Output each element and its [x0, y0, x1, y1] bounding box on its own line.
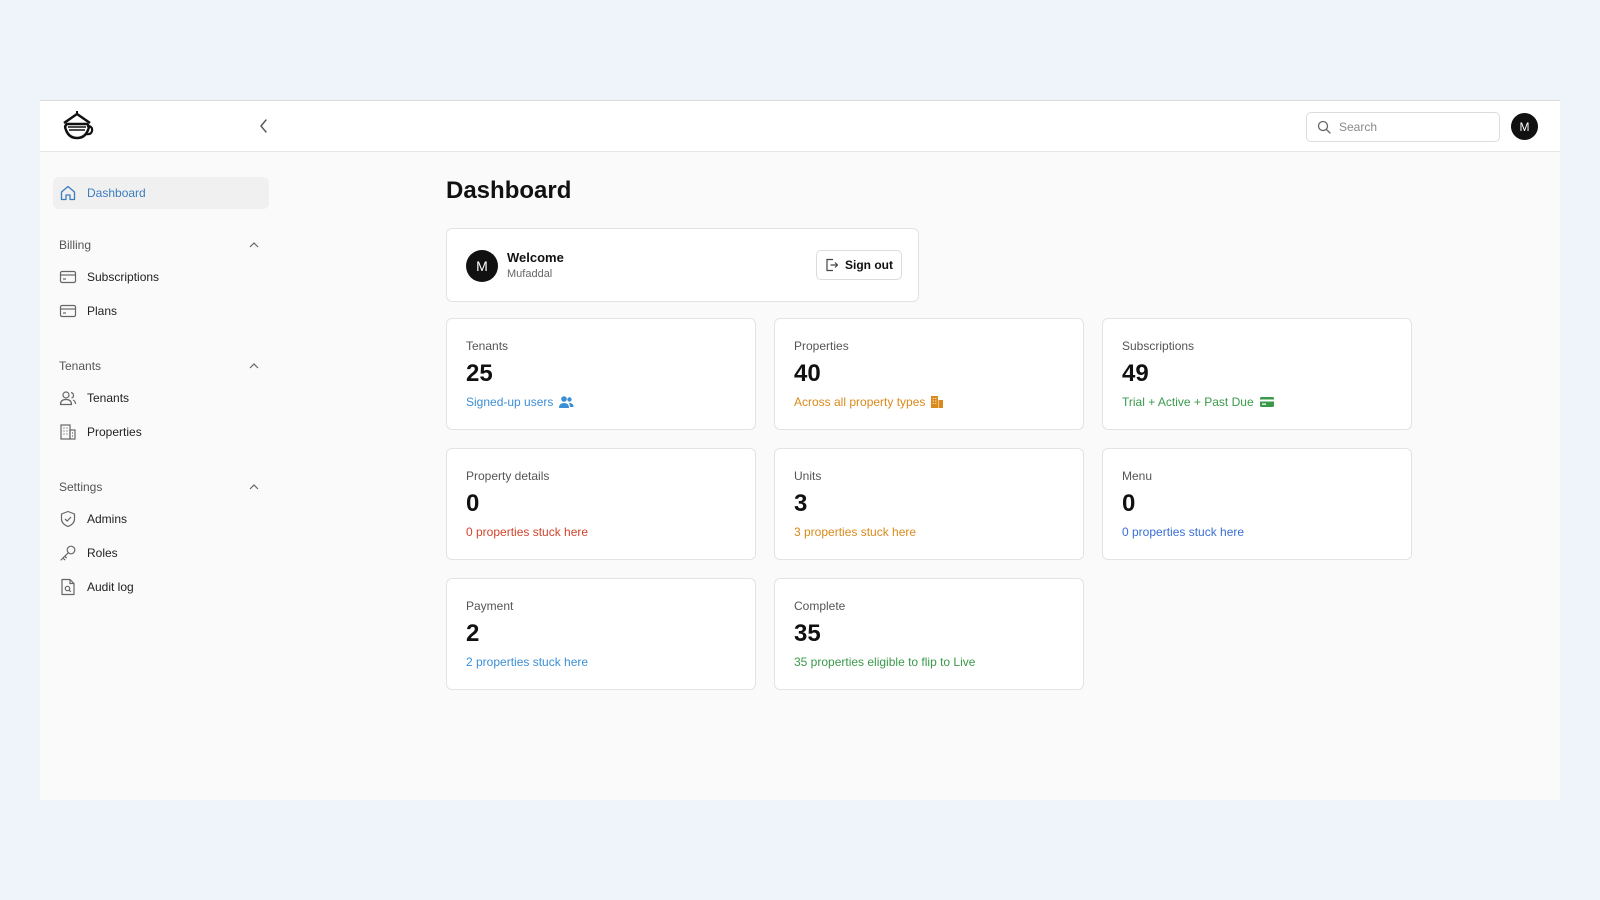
users-icon	[59, 389, 77, 407]
stat-subtitle: 0 properties stuck here	[1122, 525, 1244, 539]
app-window: M Dashboard Billing Subscriptions	[40, 100, 1560, 800]
stat-subtitle-text: Across all property types	[794, 395, 926, 409]
stat-value: 49	[1122, 360, 1149, 387]
sidebar-item-subscriptions[interactable]: Subscriptions	[59, 266, 259, 288]
credit-card-icon	[59, 268, 77, 286]
file-search-icon	[59, 578, 77, 596]
stat-subtitle-text: 2 properties stuck here	[466, 655, 589, 669]
credit-card-icon	[59, 302, 77, 320]
collapse-sidebar-button[interactable]	[253, 115, 275, 137]
stat-subtitle-text: 35 properties eligible to flip to Live	[794, 655, 976, 669]
welcome-title: Welcome	[507, 250, 564, 265]
stat-subtitle: 2 properties stuck here	[466, 655, 588, 669]
sign-out-icon	[825, 258, 839, 272]
section-billing[interactable]: Billing	[59, 237, 259, 253]
stat-label: Tenants	[466, 339, 509, 353]
avatar: M	[466, 250, 498, 282]
stat-value: 0	[1122, 490, 1136, 517]
stat-label: Units	[794, 469, 822, 483]
welcome-card: M Welcome Mufaddal Sign out	[446, 228, 919, 302]
home-icon	[59, 184, 77, 202]
stat-subtitle-text: Trial + Active + Past Due	[1122, 395, 1254, 409]
stat-label: Properties	[794, 339, 849, 353]
stat-value: 35	[794, 620, 821, 647]
sign-out-label: Sign out	[845, 258, 893, 272]
section-settings[interactable]: Settings	[59, 479, 259, 495]
stat-label: Menu	[1122, 469, 1153, 483]
stat-subtitle-text: Signed-up users	[466, 395, 554, 409]
stat-value: 3	[794, 490, 808, 517]
sidebar: Dashboard Billing Subscriptions Plans Te…	[40, 152, 300, 800]
key-icon	[59, 544, 77, 562]
sidebar-item-label: Properties	[87, 425, 142, 439]
user-avatar[interactable]: M	[1511, 113, 1538, 140]
sidebar-item-roles[interactable]: Roles	[59, 542, 259, 564]
section-title: Settings	[59, 480, 103, 494]
sidebar-item-dashboard[interactable]: Dashboard	[53, 177, 269, 209]
stat-subtitle: 3 properties stuck here	[794, 525, 916, 539]
stat-value: 40	[794, 360, 821, 387]
chevron-up-icon	[249, 242, 259, 248]
stat-subtitle: Across all property types	[794, 395, 944, 409]
sidebar-item-plans[interactable]: Plans	[59, 300, 259, 322]
stat-subtitle: 35 properties eligible to flip to Live	[794, 655, 975, 669]
building-icon	[59, 423, 77, 441]
stat-subtitle: Trial + Active + Past Due	[1122, 395, 1275, 409]
stat-label: Property details	[466, 469, 550, 483]
stat-subtitle: 0 properties stuck here	[466, 525, 588, 539]
sidebar-item-admins[interactable]: Admins	[59, 508, 259, 530]
shield-check-icon	[59, 510, 77, 528]
credit-card-icon	[1259, 396, 1275, 408]
stat-label: Payment	[466, 599, 514, 613]
stat-subtitle-text: 3 properties stuck here	[794, 525, 917, 539]
users-icon	[558, 395, 574, 409]
sidebar-item-properties[interactable]: Properties	[59, 421, 259, 443]
sign-out-button[interactable]: Sign out	[816, 250, 902, 280]
stat-card-subscriptions[interactable]: Subscriptions 49 Trial + Active + Past D…	[1102, 318, 1412, 430]
building-icon	[930, 395, 944, 409]
search-icon	[1317, 120, 1331, 134]
section-tenants[interactable]: Tenants	[59, 358, 259, 374]
sidebar-item-label: Plans	[87, 304, 118, 318]
stat-value: 0	[466, 490, 480, 517]
stat-value: 25	[466, 360, 493, 387]
welcome-user-name: Mufaddal	[507, 268, 553, 280]
stat-value: 2	[466, 620, 480, 647]
chevron-left-icon	[260, 119, 267, 133]
stat-card-property-details[interactable]: Property details 0 0 properties stuck he…	[446, 448, 756, 560]
stat-card-menu[interactable]: Menu 0 0 properties stuck here	[1102, 448, 1412, 560]
search-box[interactable]	[1306, 112, 1500, 142]
sidebar-item-label: Admins	[87, 512, 128, 526]
stat-subtitle-text: 0 properties stuck here	[1122, 525, 1245, 539]
sidebar-item-label: Audit log	[87, 580, 134, 594]
search-input[interactable]	[1339, 120, 1489, 134]
stat-label: Subscriptions	[1122, 339, 1195, 353]
sidebar-item-label: Tenants	[87, 391, 130, 405]
app-logo[interactable]	[60, 110, 96, 142]
top-bar: M	[40, 101, 1560, 152]
stat-subtitle: Signed-up users	[466, 395, 574, 409]
section-title: Billing	[59, 238, 92, 252]
stat-card-complete[interactable]: Complete 35 35 properties eligible to fl…	[774, 578, 1084, 690]
sidebar-item-tenants[interactable]: Tenants	[59, 387, 259, 409]
sidebar-item-label: Roles	[87, 546, 118, 560]
stat-label: Complete	[794, 599, 846, 613]
sidebar-item-audit-log[interactable]: Audit log	[59, 576, 259, 598]
chevron-up-icon	[249, 363, 259, 369]
sidebar-item-label: Subscriptions	[87, 270, 160, 284]
stat-card-tenants[interactable]: Tenants 25 Signed-up users	[446, 318, 756, 430]
stat-subtitle-text: 0 properties stuck here	[466, 525, 589, 539]
stat-card-properties[interactable]: Properties 40 Across all property types	[774, 318, 1084, 430]
stat-card-payment[interactable]: Payment 2 2 properties stuck here	[446, 578, 756, 690]
page-title: Dashboard	[446, 177, 572, 204]
sidebar-item-label: Dashboard	[87, 186, 146, 200]
stat-card-units[interactable]: Units 3 3 properties stuck here	[774, 448, 1084, 560]
chevron-up-icon	[249, 484, 259, 490]
section-title: Tenants	[59, 359, 102, 373]
